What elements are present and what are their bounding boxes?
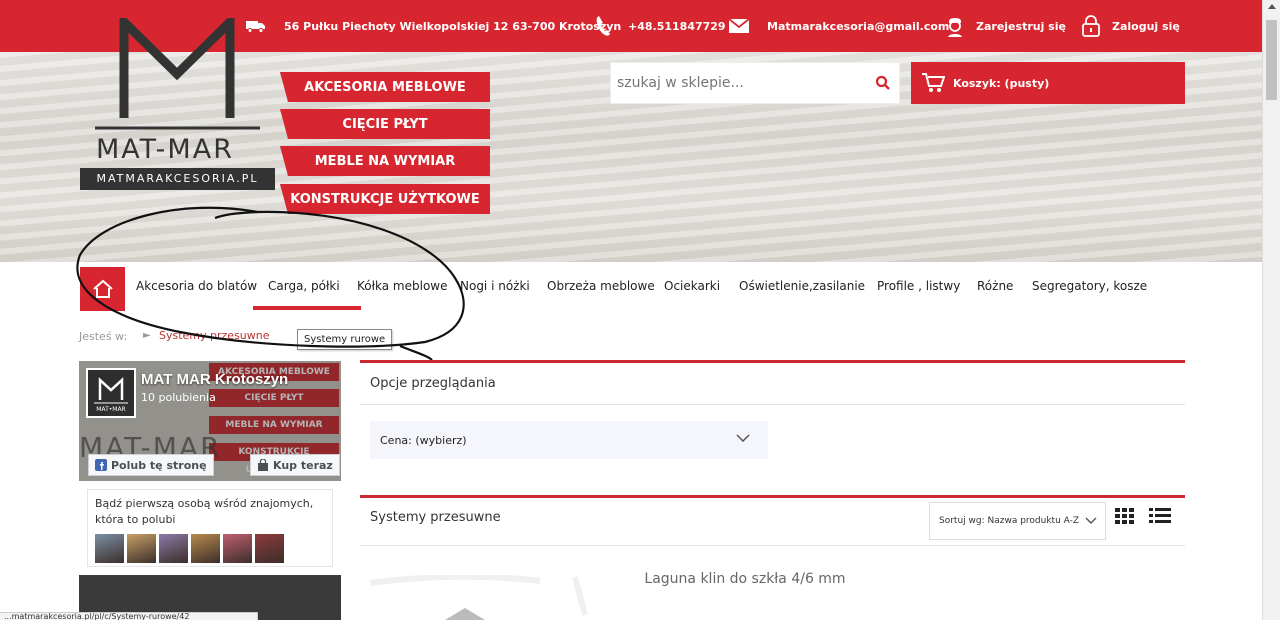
- friend-avatar[interactable]: [191, 534, 220, 563]
- fb-avatar-text: MAT•MAR: [96, 406, 125, 413]
- nav-tooltip: Systemy rurowe: [297, 329, 393, 350]
- home-icon: [92, 279, 113, 298]
- ribbon-akcesoria[interactable]: AKCESORIA MEBLOWE: [280, 72, 490, 102]
- page-scrollbar[interactable]: [1262, 0, 1280, 620]
- friend-avatar[interactable]: [223, 534, 252, 563]
- chevron-down-icon: [736, 434, 750, 442]
- address-text: 56 Pułku Piechoty Wielkopolskiej 12 63-7…: [284, 19, 622, 33]
- fb-avatar-logo-icon: MAT•MAR: [88, 370, 134, 416]
- phone-icon: [596, 16, 610, 36]
- list-view-icon[interactable]: [1149, 508, 1171, 524]
- phone-item[interactable]: +48.511847729: [596, 0, 726, 52]
- lock-icon: [1082, 15, 1100, 37]
- nav-item-kolka-meblowe[interactable]: Kółka meblowe: [357, 267, 448, 305]
- fb-buy-button[interactable]: Kup teraz: [250, 454, 340, 476]
- shopping-bag-icon: [258, 459, 268, 471]
- home-button[interactable]: [80, 267, 125, 311]
- scroll-thumb[interactable]: [1266, 20, 1277, 100]
- filters-divider: [360, 404, 1185, 405]
- sort-label: Sortuj wg: Nazwa produktu A-Z: [939, 516, 1080, 526]
- status-bar: ...matmarakcesoria.pl/pl/c/Systemy-rurow…: [0, 612, 258, 620]
- nav-item-ociekarki[interactable]: Ociekarki: [664, 267, 720, 305]
- breadcrumb-current[interactable]: Systemy przesuwne: [159, 329, 270, 342]
- register-link[interactable]: Zarejestruj się: [946, 0, 1066, 52]
- search-icon[interactable]: [875, 75, 891, 91]
- friend-avatar[interactable]: [95, 534, 124, 563]
- register-text: Zarejestruj się: [976, 19, 1066, 33]
- friend-avatar[interactable]: [159, 534, 188, 563]
- grid-view-icon[interactable]: [1115, 508, 1135, 524]
- fb-like-button[interactable]: Polub tę stronę: [88, 454, 214, 476]
- email-item[interactable]: Matmarakcesoria@gmail.com: [729, 0, 949, 52]
- nav-item-obrzeza-meblowe[interactable]: Obrzeża meblowe: [547, 267, 655, 305]
- logo-name[interactable]: MAT-MAR: [96, 134, 234, 165]
- fb-likes-count: 10 polubienia: [141, 391, 216, 404]
- product-title[interactable]: Laguna klin do szkła 4/6 mm: [360, 571, 1130, 587]
- logo-domain[interactable]: MATMARAKCESORIA.PL: [80, 168, 275, 190]
- nav-item-akcesoria-do-blatow[interactable]: Akcesoria do blatów: [136, 267, 257, 305]
- fb-page-name[interactable]: MAT MAR Krotoszyn: [141, 371, 288, 388]
- listing-divider: [360, 545, 1185, 546]
- price-filter-select[interactable]: Cena: (wybierz): [370, 421, 768, 459]
- nav-item-carga-polki[interactable]: Carga, półki: [268, 267, 340, 305]
- nav-item-oswietlenie-zasilanie[interactable]: Oświetlenie,zasilanie: [739, 267, 865, 305]
- user-icon: [948, 18, 962, 37]
- search-box: [610, 62, 900, 104]
- price-filter-label: Cena: (wybierz): [380, 433, 467, 447]
- nav-active-underline: [253, 306, 361, 310]
- email-text: Matmarakcesoria@gmail.com: [767, 19, 950, 33]
- ribbon-meble[interactable]: MEBLE NA WYMIAR: [280, 146, 490, 176]
- facebook-widget: AKCESORIA MEBLOWE CIĘCIE PŁYT MEBLE NA W…: [79, 361, 341, 620]
- page: 56 Pułku Piechoty Wielkopolskiej 12 63-7…: [0, 0, 1280, 620]
- listing-top-line: [360, 495, 1185, 498]
- nav-item-rozne[interactable]: Różne: [977, 267, 1013, 305]
- nav-item-profile-listwy[interactable]: Profile , listwy: [877, 267, 960, 305]
- breadcrumb-label: Jesteś w:: [79, 330, 128, 343]
- fb-like-label: Polub tę stronę: [111, 458, 207, 472]
- scroll-up-arrow[interactable]: [1268, 4, 1276, 9]
- search-input[interactable]: [617, 75, 857, 91]
- nav-item-segregatory-kosze[interactable]: Segregatory, kosze: [1032, 267, 1147, 305]
- listing-title: Systemy przesuwne: [370, 510, 501, 525]
- main-nav: Akcesoria do blatów Carga, półki Kółka m…: [80, 267, 1184, 311]
- nav-item-nogi-i-nozki[interactable]: Nogi i nóżki: [460, 267, 530, 305]
- fb-friends-text: Bądź pierwszą osobą wśród znajomych, któ…: [95, 497, 314, 526]
- fb-avatar[interactable]: MAT•MAR: [86, 368, 136, 418]
- chevron-down-icon: [1085, 517, 1097, 524]
- cart-button[interactable]: Koszyk: (pusty): [911, 62, 1185, 104]
- filters-top-line: [360, 360, 1185, 363]
- fb-friends-box: Bądź pierwszą osobą wśród znajomych, któ…: [87, 489, 333, 567]
- friend-avatar[interactable]: [255, 534, 284, 563]
- ribbon-ciecie[interactable]: CIĘCIE PŁYT: [280, 109, 490, 139]
- cart-label: Koszyk: (pusty): [953, 76, 1050, 90]
- login-link[interactable]: Zaloguj się: [1082, 0, 1180, 52]
- sort-select[interactable]: Sortuj wg: Nazwa produktu A-Z: [929, 502, 1106, 540]
- filters-title: Opcje przeglądania: [370, 376, 496, 391]
- ribbon-konstrukcje[interactable]: KONSTRUKCJE UŻYTKOWE: [280, 184, 490, 214]
- login-text: Zaloguj się: [1112, 19, 1180, 33]
- mail-icon: [729, 19, 749, 33]
- cart-icon: [922, 73, 945, 92]
- phone-text: +48.511847729: [628, 19, 726, 33]
- fb-buy-label: Kup teraz: [273, 458, 333, 472]
- friend-avatar[interactable]: [127, 534, 156, 563]
- address-item: 56 Pułku Piechoty Wielkopolskiej 12 63-7…: [246, 0, 621, 52]
- breadcrumb-arrow-icon: ►: [143, 330, 151, 341]
- facebook-icon: [95, 459, 107, 471]
